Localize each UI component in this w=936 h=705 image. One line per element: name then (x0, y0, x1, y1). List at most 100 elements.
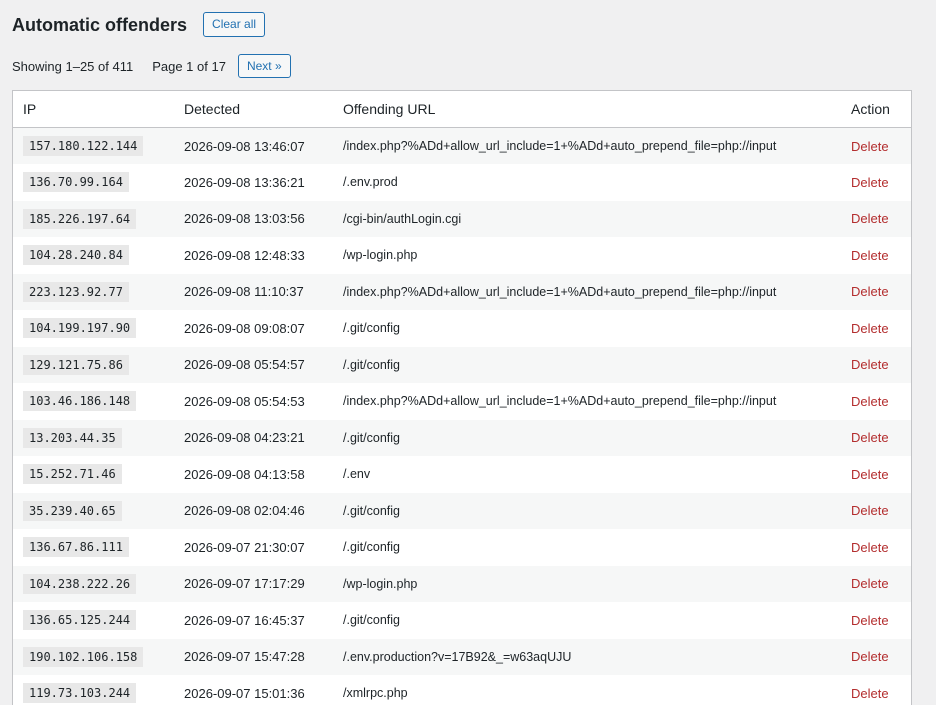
delete-link[interactable]: Delete (851, 139, 889, 154)
table-row: 119.73.103.244 2026-09-07 15:01:36/xmlrpc… (13, 675, 911, 705)
delete-link[interactable]: Delete (851, 211, 889, 226)
action-cell: Delete (851, 675, 911, 705)
delete-link[interactable]: Delete (851, 576, 889, 591)
ip-address: 136.67.86.111 (23, 537, 129, 558)
next-page-button[interactable]: Next » (237, 54, 291, 78)
detected-cell: 2026-09-08 13:03:56 (184, 211, 305, 227)
ip-address: 190.102.106.158 (23, 646, 144, 667)
delete-link[interactable]: Delete (851, 430, 889, 445)
delete-link[interactable]: Delete (851, 467, 889, 482)
url-cell: /.env.prod (343, 175, 398, 190)
url-cell: /index.php?%ADd+allow_url_include=1+%ADd… (343, 394, 777, 409)
url-cell: /cgi-bin/authLogin.cgi (343, 211, 462, 226)
showing-count: Showing 1–25 of 411 (12, 58, 134, 74)
delete-link[interactable]: Delete (851, 613, 889, 628)
url-cell: /.env (343, 467, 371, 482)
url-cell: /index.php?%ADd+allow_url_include=1+%ADd… (343, 139, 777, 153)
ip-cell: 157.180.122.144 (13, 128, 184, 165)
action-cell: Delete (851, 347, 911, 384)
detected-cell: 2026-09-07 16:45:37 (184, 612, 305, 628)
action-cell: Delete (851, 383, 911, 420)
delete-link[interactable]: Delete (851, 503, 889, 518)
ip-address: 119.73.103.244 (23, 683, 137, 704)
delete-link[interactable]: Delete (851, 540, 889, 555)
ip-address: 35.239.40.65 (23, 500, 122, 521)
column-header-action: Action (851, 91, 911, 128)
detected-cell: 2026-09-08 05:54:53 (184, 393, 305, 409)
table-row: 104.238.222.26 2026-09-07 17:17:29/wp-log… (13, 565, 911, 603)
clear-all-button[interactable]: Clear all (203, 12, 266, 37)
detected-cell: 2026-09-08 02:04:46 (184, 503, 305, 519)
ip-cell: 129.121.75.86 (13, 347, 184, 384)
action-cell: Delete (851, 164, 911, 201)
delete-link[interactable]: Delete (851, 686, 889, 701)
table-row: 13.203.44.35 2026-09-08 04:23:21 /.git/con… (13, 419, 911, 457)
ip-address: 103.46.186.148 (23, 391, 137, 412)
delete-link[interactable]: Delete (851, 248, 889, 263)
page-title: Automatic offenders (12, 14, 188, 35)
action-cell: Delete (851, 420, 911, 457)
action-cell: Delete (851, 128, 911, 165)
ip-cell: 136.70.99.164 (13, 164, 184, 201)
detected-cell: 2026-09-08 09:08:07 (184, 320, 305, 336)
delete-link[interactable]: Delete (851, 321, 889, 336)
ip-cell: 136.67.86.111 (13, 529, 184, 566)
column-header-url[interactable]: Offending URL (343, 91, 851, 128)
action-cell: Delete (851, 201, 911, 238)
action-cell: Delete (851, 493, 911, 530)
table-row: 136.65.125.244 2026-09-07 16:45:37 /.git/c… (13, 602, 911, 639)
url-cell: /.git/config (343, 357, 400, 372)
ip-cell: 104.199.197.90 (13, 310, 184, 347)
action-cell: Delete (851, 274, 911, 311)
table-row: 190.102.106.158 2026-09-07 15:47:28 /.env.… (13, 638, 911, 675)
url-cell: /.git/config (343, 613, 400, 628)
column-header-detected[interactable]: Detected (184, 91, 343, 128)
table-row: 35.239.40.65 2026-09-08 02:04:46 /.git/con… (13, 492, 911, 530)
detected-cell: 2026-09-07 15:01:36 (184, 685, 305, 701)
url-cell: /xmlrpc.php (343, 686, 408, 701)
detected-cell: 2026-09-07 21:30:07 (184, 539, 305, 555)
delete-link[interactable]: Delete (851, 284, 889, 299)
pagination: Showing 1–25 of 411 Page 1 of 17 Next » (12, 54, 291, 78)
action-cell: Delete (851, 529, 911, 566)
ip-cell: 103.46.186.148 (13, 383, 184, 420)
offenders-table: IP Detected Offending URL Action 157.180… (12, 90, 912, 705)
ip-cell: 104.28.240.84 (13, 237, 184, 274)
table-row: 136.67.86.111 2026-09-07 21:30:07 /.git/co… (13, 529, 911, 566)
ip-address: 136.70.99.164 (23, 172, 129, 193)
delete-link[interactable]: Delete (851, 394, 889, 409)
url-cell: /.git/config (343, 321, 400, 336)
delete-link[interactable]: Delete (851, 357, 889, 372)
detected-cell: 2026-09-08 13:36:21 (184, 174, 305, 190)
ip-cell: 104.238.222.26 (13, 566, 184, 603)
action-cell: Delete (851, 237, 911, 274)
page: Automatic offenders Clear all Showing 1–… (0, 0, 936, 705)
detected-cell: 2026-09-08 04:23:21 (184, 430, 305, 446)
table-header-row: IP Detected Offending URL Action (13, 91, 911, 128)
action-cell: Delete (851, 456, 911, 493)
table-row: 104.28.240.84 2026-09-08 12:48:33/wp-logi… (13, 237, 911, 274)
ip-cell: 185.226.197.64 (13, 201, 184, 238)
url-cell: /wp-login.php (343, 248, 418, 263)
delete-link[interactable]: Delete (851, 649, 889, 664)
table-row: 129.121.75.86 2026-09-08 05:54:57 /.git/co… (13, 346, 911, 384)
ip-address: 104.28.240.84 (23, 245, 129, 266)
action-cell: Delete (851, 566, 911, 603)
heading-row: Automatic offenders Clear all (12, 12, 266, 37)
ip-address: 15.252.71.46 (23, 464, 122, 485)
url-cell: /.git/config (343, 540, 400, 555)
table-row: 15.252.71.46 2026-09-08 04:13:58 /.env Dele… (13, 456, 911, 493)
ip-address: 13.203.44.35 (23, 427, 122, 448)
ip-address: 185.226.197.64 (23, 208, 137, 229)
action-cell: Delete (851, 310, 911, 347)
action-cell: Delete (851, 602, 911, 639)
ip-cell: 119.73.103.244 (13, 675, 184, 705)
column-header-ip[interactable]: IP (13, 91, 184, 128)
ip-address: 104.238.222.26 (23, 573, 137, 594)
delete-link[interactable]: Delete (851, 175, 889, 190)
detected-cell: 2026-09-08 04:13:58 (184, 466, 305, 482)
ip-cell: 13.203.44.35 (13, 420, 184, 457)
url-cell: /index.php?%ADd+allow_url_include=1+%ADd… (343, 284, 777, 299)
ip-address: 136.65.125.244 (23, 610, 137, 631)
detected-cell: 2026-09-07 15:47:28 (184, 649, 305, 665)
